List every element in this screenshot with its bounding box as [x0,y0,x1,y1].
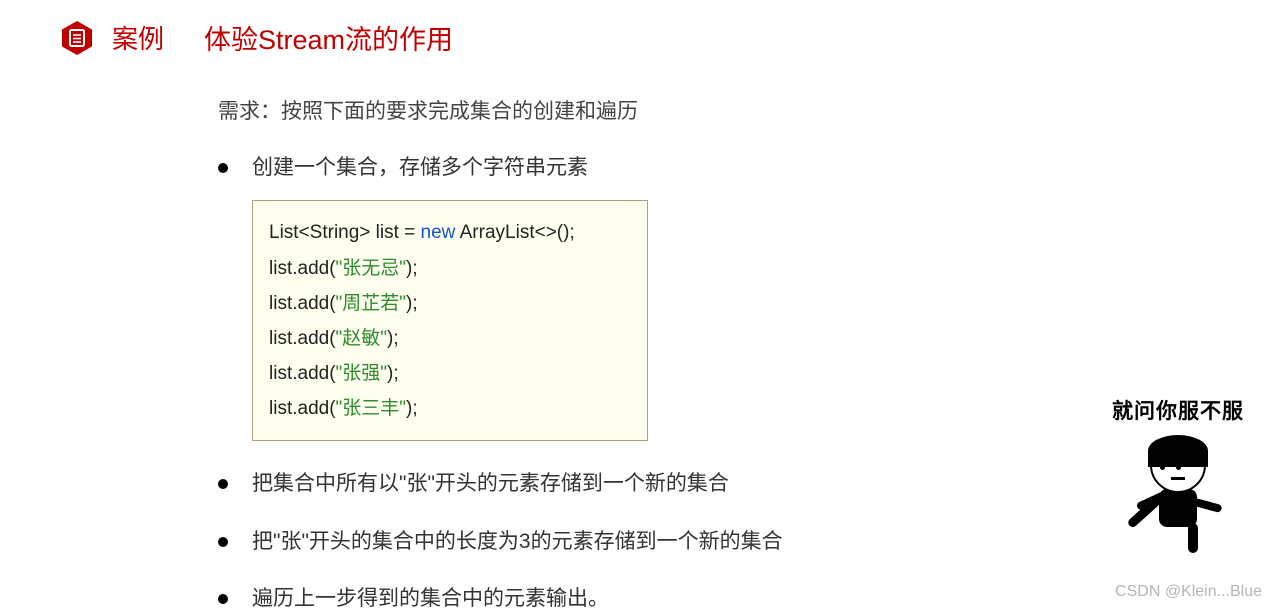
list-item: 遍历上一步得到的集合中的元素输出。 [218,584,1272,613]
page-title: 体验Stream流的作用 [204,18,453,57]
list-item-text: 把"张"开头的集合中的长度为3的元素存储到一个新的集合 [252,530,783,553]
case-hexagon-icon [58,19,96,57]
meme-sticker: 就问你服不服 [1112,395,1244,555]
code-snippet: List<String> list = new ArrayList<>(); l… [252,200,648,441]
meme-figure-icon [1118,435,1238,555]
list-item-text: 把集合中所有以"张"开头的元素存储到一个新的集合 [252,472,729,495]
code-line: list.add("张无忌"); [269,251,631,286]
header-row: 案例 体验Stream流的作用 [0,0,1272,57]
list-item-text: 创建一个集合，存储多个字符串元素 [252,156,588,179]
code-line: list.add("张强"); [269,356,631,391]
requirement-text: 需求：按照下面的要求完成集合的创建和遍历 [218,95,1272,125]
watermark: CSDN @Klein...Blue [1115,583,1262,601]
meme-caption: 就问你服不服 [1112,395,1244,425]
code-line: list.add("周芷若"); [269,286,631,321]
code-line: list.add("张三丰"); [269,391,631,426]
case-badge-label: 案例 [112,19,164,56]
code-line: List<String> list = new ArrayList<>(); [269,215,631,250]
code-line: list.add("赵敏"); [269,321,631,356]
